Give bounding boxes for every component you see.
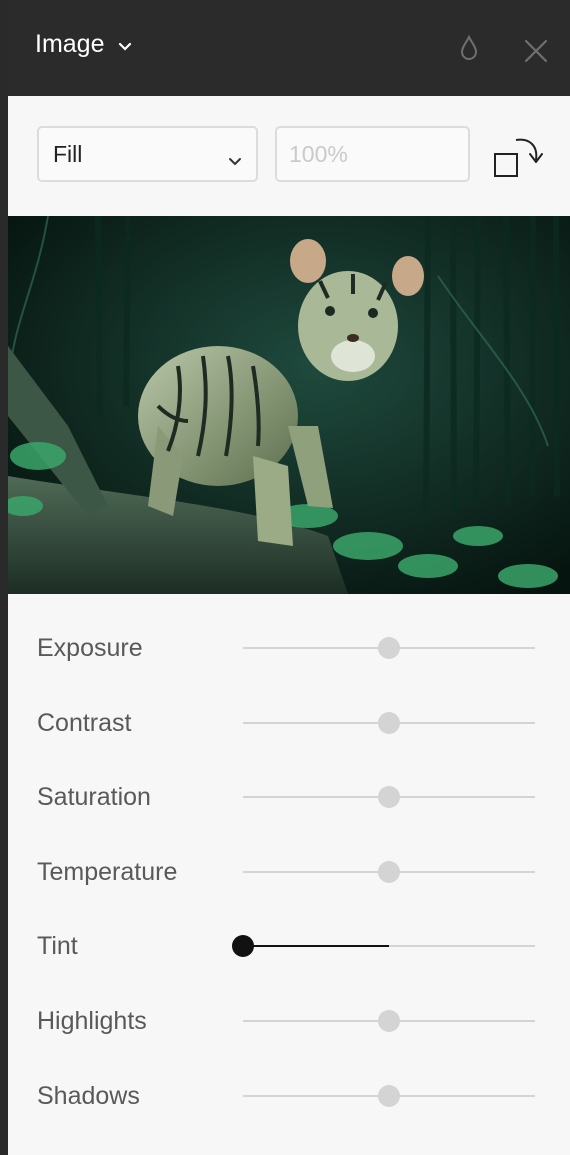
panel-header: Image <box>8 0 570 96</box>
slider-row-saturation: Saturation <box>8 777 570 817</box>
slider-label-highlights: Highlights <box>37 1007 147 1035</box>
slider-label-exposure: Exposure <box>37 634 143 662</box>
slider-row-exposure: Exposure <box>8 628 570 668</box>
slider-label-shadows: Shadows <box>37 1081 140 1110</box>
slider-label-saturation: Saturation <box>37 783 151 812</box>
slider-row-contrast: Contrast <box>8 703 570 743</box>
slider-handle-contrast[interactable] <box>378 711 400 734</box>
slider-handle-exposure[interactable] <box>378 637 400 659</box>
image-preview <box>8 216 570 594</box>
slider-handle-tint[interactable] <box>232 935 254 958</box>
slider-handle-shadows[interactable] <box>378 1084 400 1107</box>
slider-row-temperature: Temperature <box>8 852 570 892</box>
chevron-down-icon <box>118 30 132 59</box>
droplet-icon[interactable] <box>458 34 480 67</box>
tiger-cub-photo <box>8 216 570 594</box>
panel-title: Image <box>35 30 105 58</box>
close-icon[interactable] <box>523 38 549 69</box>
slider-row-shadows: Shadows <box>8 1076 570 1116</box>
fill-mode-value: Fill <box>53 140 83 167</box>
slider-handle-highlights[interactable] <box>378 1010 400 1032</box>
slider-label-contrast: Contrast <box>37 708 132 737</box>
slider-handle-temperature[interactable] <box>378 860 400 883</box>
chevron-down-icon <box>228 146 242 173</box>
scale-percent-input[interactable] <box>275 126 470 182</box>
slider-handle-saturation[interactable] <box>378 786 400 809</box>
slider-label-temperature: Temperature <box>37 857 178 886</box>
slider-row-highlights: Highlights <box>8 1001 570 1041</box>
slider-row-tint: Tint <box>8 926 570 966</box>
panel-title-dropdown[interactable]: Image <box>35 30 132 59</box>
slider-fill-tint <box>243 945 389 948</box>
image-controls: Fill <box>8 96 570 216</box>
fill-mode-select[interactable]: Fill <box>37 126 258 182</box>
image-panel: Image Fill 100% Exposure Contrast Satura… <box>8 0 570 1155</box>
slider-label-tint: Tint <box>37 932 78 961</box>
rotate-icon[interactable] <box>492 134 548 180</box>
